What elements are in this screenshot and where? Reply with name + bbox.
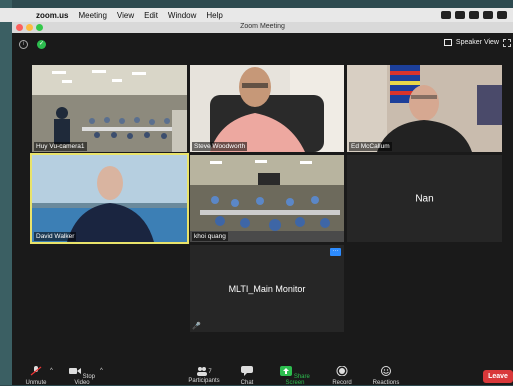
speaker-view-button[interactable]: Speaker View <box>443 39 499 46</box>
more-options-button[interactable]: ··· <box>330 248 341 256</box>
chevron-up-icon[interactable]: ^ <box>100 368 103 374</box>
mac-menubar: zoom.us Meeting View Edit Window Help <box>0 8 513 22</box>
participant-name: MLTI_Main Monitor <box>228 283 306 294</box>
menu-edit[interactable]: Edit <box>144 11 158 20</box>
info-icon[interactable]: i <box>19 40 28 49</box>
chat-icon <box>241 366 253 376</box>
record-icon <box>336 365 348 377</box>
record-label: Record <box>332 380 352 386</box>
status-tray <box>441 11 507 19</box>
person-video <box>32 155 187 242</box>
record-button[interactable]: Record <box>328 365 356 386</box>
eye-icon[interactable] <box>483 11 493 19</box>
unmute-label: Unmute <box>25 380 47 386</box>
dropbox-icon[interactable] <box>469 11 479 19</box>
speaker-view-label: Speaker View <box>455 39 499 46</box>
security-shield-icon[interactable]: ✓ <box>37 40 46 49</box>
participant-name: Nan <box>415 193 434 204</box>
stop-video-button[interactable]: Stop Video <box>64 366 100 386</box>
participant-name: Huy Vu-camera1 <box>34 142 87 151</box>
active-speaker-tile[interactable]: David Walker <box>30 153 189 244</box>
muted-mic-icon: 🎤 <box>192 323 201 330</box>
video-tile[interactable]: khoi quang <box>190 155 344 242</box>
wifi-icon[interactable] <box>497 11 507 19</box>
video-tile[interactable]: Ed McCallum <box>347 65 502 152</box>
classroom-video <box>190 155 344 242</box>
person-video <box>190 65 344 152</box>
fullscreen-icon[interactable] <box>503 39 511 47</box>
share-screen-icon <box>280 366 293 376</box>
zoom-window: Zoom Meeting i ✓ Speaker View Huy Vu-cam… <box>12 22 513 386</box>
chevron-up-icon[interactable]: ^ <box>50 368 53 374</box>
grid-icon <box>443 39 452 46</box>
tray-icon[interactable] <box>441 11 451 19</box>
reactions-label: Reactions <box>372 380 400 386</box>
chat-button[interactable]: Chat <box>234 366 260 386</box>
tray-icon[interactable] <box>455 11 465 19</box>
meeting-topbar: i ✓ Speaker View <box>12 33 513 55</box>
menu-meeting[interactable]: Meeting <box>78 11 106 20</box>
participant-name: Ed McCallum <box>349 142 392 151</box>
video-tile[interactable]: Huy Vu-camera1 <box>32 65 187 152</box>
reactions-button[interactable]: Reactions <box>368 366 404 386</box>
meeting-toolbar: Unmute ^ Stop Video ^ 7 Participants Cha… <box>12 362 513 386</box>
window-titlebar: Zoom Meeting <box>12 22 513 33</box>
video-tile[interactable]: ··· MLTI_Main Monitor 🎤 <box>190 245 344 332</box>
chat-label: Chat <box>240 380 254 386</box>
participant-name: David Walker <box>34 232 77 241</box>
share-screen-button[interactable]: Share Screen <box>270 366 320 386</box>
person-video <box>347 65 502 152</box>
video-tile[interactable]: Nan <box>347 155 502 242</box>
participants-icon <box>197 367 208 376</box>
participants-count: 7 <box>208 369 212 375</box>
leave-button[interactable]: Leave <box>483 370 513 383</box>
video-tile[interactable]: Steve Woodworth <box>190 65 344 152</box>
menu-view[interactable]: View <box>117 11 134 20</box>
classroom-video <box>32 65 187 152</box>
participant-name: khoi quang <box>192 232 228 241</box>
participants-label: Participants <box>188 378 220 384</box>
smiley-icon <box>381 366 391 376</box>
unmute-button[interactable]: Unmute <box>22 366 50 386</box>
menu-app-name[interactable]: zoom.us <box>36 11 68 20</box>
desktop-background <box>0 0 12 385</box>
participant-name: Steve Woodworth <box>192 142 248 151</box>
menu-help[interactable]: Help <box>206 11 222 20</box>
video-camera-icon <box>68 368 81 374</box>
muted-mic-icon <box>30 366 42 376</box>
participants-button[interactable]: 7 Participants <box>184 366 224 384</box>
window-title: Zoom Meeting <box>240 23 285 30</box>
menu-window[interactable]: Window <box>168 11 196 20</box>
